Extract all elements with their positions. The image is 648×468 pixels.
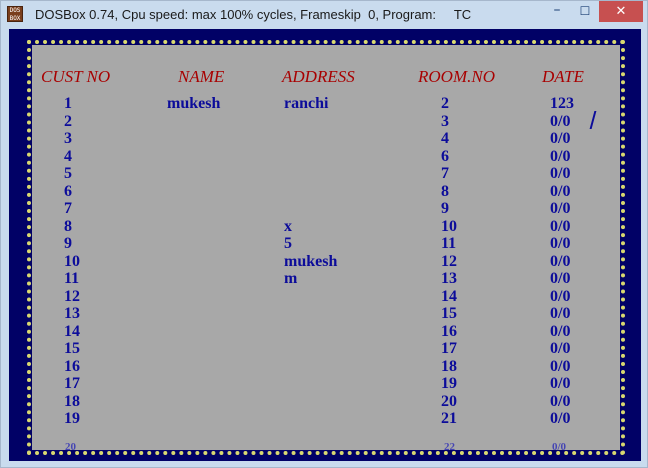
dos-screen[interactable]: CUST NO NAME ADDRESS ROOM.NO DATE 1 mukes… [9,29,641,461]
minimize-button[interactable]: – [543,1,571,22]
date-cell: 0/0 [550,165,571,182]
room-no-cell: 19 [441,375,457,392]
cust-no-cell: 19 [64,410,80,427]
date-cell: 0/0 [550,235,571,252]
cust-no-cell: 12 [64,287,80,305]
title-bar[interactable]: DOS BOX DOSBox 0.74, Cpu speed: max 100%… [1,1,647,29]
cust-no-cell: 11 [64,270,80,287]
header-name: NAME [178,67,225,86]
name-cell: mukesh [167,95,221,112]
room-no-cell: 13 [441,270,457,287]
date-cell: 0/0 [550,392,571,410]
overflow-row-cell: 20 [65,441,76,453]
cust-no-cell: 5 [64,165,72,182]
overflow-row-cell: 22 [444,441,455,453]
room-no-cell: 12 [441,252,457,270]
header-address: ADDRESS [282,67,355,86]
overflow-row-cell: 0/0 [552,441,567,453]
room-no-cell: 17 [441,340,457,357]
date-cell: 0/0 [550,147,571,165]
cust-no-cell: 13 [64,305,80,322]
maximize-button[interactable]: ☐ [571,1,599,22]
address-cell: ranchi [284,95,329,112]
room-no-cell: 7 [441,165,449,182]
cust-no-cell: 16 [64,357,80,375]
room-no-cell: 2 [441,95,449,112]
room-no-cell: 14 [441,287,457,305]
room-no-cell: 15 [441,305,457,322]
cust-no-cell: 4 [64,147,72,165]
date-cell: 0/0 [550,130,571,147]
room-no-cell: 4 [441,130,449,147]
cust-no-cell: 9 [64,235,72,252]
cust-no-cell: 7 [64,200,72,217]
date-cell: 0/0 [550,112,571,130]
dosbox-icon[interactable]: DOS BOX [7,6,23,22]
cust-no-cell: 18 [64,392,80,410]
room-no-cell: 6 [441,147,449,165]
date-cell: 0/0 [550,410,571,427]
cust-no-cell: 6 [64,182,72,200]
address-cell: m [284,270,298,287]
cust-no-cell: 8 [64,217,72,235]
address-cell: x [284,217,292,235]
date-cell: 0/0 [550,200,571,217]
address-cell: mukesh [284,252,338,270]
cust-no-cell: 2 [64,112,72,130]
room-no-cell: 9 [441,200,449,217]
close-button[interactable]: ✕ [599,1,643,22]
room-no-cell: 20 [441,392,457,410]
date-cell: 0/0 [550,375,571,392]
room-no-cell: 3 [441,112,449,130]
dosbox-window: DOS BOX DOSBox 0.74, Cpu speed: max 100%… [0,0,648,468]
window-title: DOSBox 0.74, Cpu speed: max 100% cycles,… [35,7,472,22]
text-cursor [589,111,597,129]
date-cell: 0/0 [550,270,571,287]
date-cell: 0/0 [550,340,571,357]
cust-no-cell: 17 [64,375,80,392]
room-no-cell: 10 [441,217,457,235]
date-cell: 123 [550,95,574,112]
date-cell: 0/0 [550,217,571,235]
room-no-cell: 8 [441,182,449,200]
room-no-cell: 16 [441,322,457,340]
customer-table-panel: CUST NO NAME ADDRESS ROOM.NO DATE 1 mukes… [27,40,625,455]
date-cell: 0/0 [550,357,571,375]
room-no-cell: 11 [441,235,457,252]
header-cust-no: CUST NO [41,67,111,86]
date-cell: 0/0 [550,287,571,305]
cust-no-cell: 15 [64,340,80,357]
cust-no-cell: 1 [64,95,72,112]
date-cell: 0/0 [550,305,571,322]
date-cell: 0/0 [550,252,571,270]
cust-no-cell: 3 [64,130,72,147]
date-cell: 0/0 [550,182,571,200]
room-no-cell: 18 [441,357,457,375]
cust-no-cell: 14 [64,322,80,340]
room-no-cell: 21 [441,410,457,427]
cust-no-cell: 10 [64,252,80,270]
address-cell: 5 [284,235,292,252]
header-date: DATE [542,67,584,86]
date-cell: 0/0 [550,322,571,340]
header-room-no: ROOM.NO [418,67,495,86]
